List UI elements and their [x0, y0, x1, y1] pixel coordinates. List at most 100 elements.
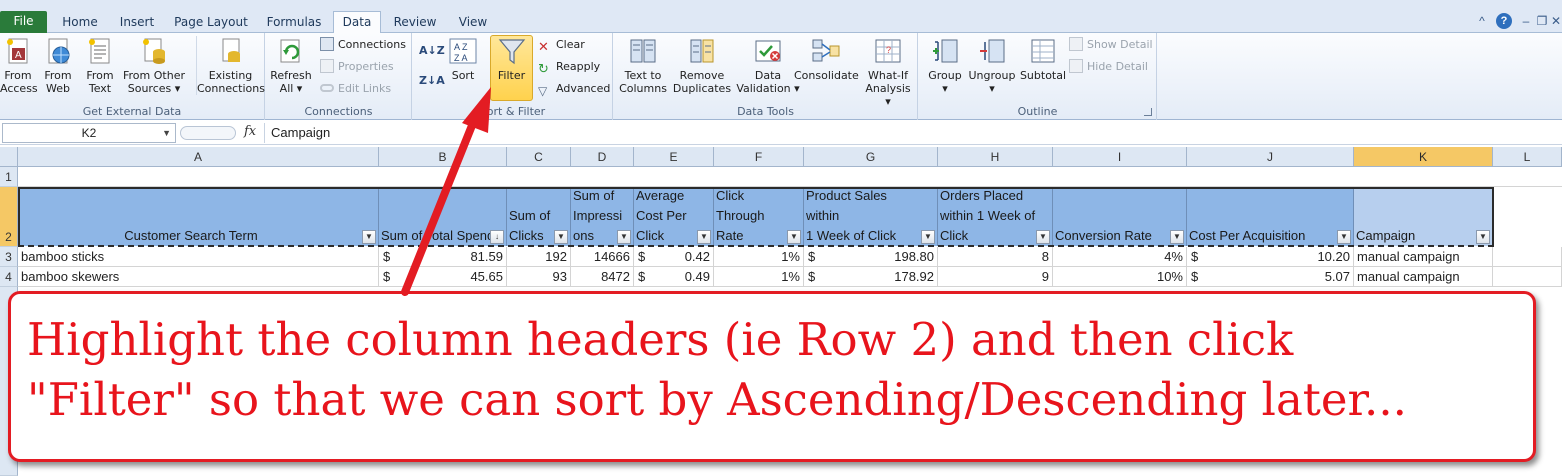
- cell-e3[interactable]: $0.42: [634, 247, 714, 267]
- ungroup-button[interactable]: Ungroup ▾: [967, 36, 1017, 95]
- row-header-3[interactable]: 3: [0, 247, 18, 267]
- tab-review[interactable]: Review: [388, 12, 442, 33]
- cell-j4[interactable]: $5.07: [1187, 267, 1354, 287]
- tab-insert[interactable]: Insert: [114, 12, 160, 33]
- name-box-dropdown-icon[interactable]: ▼: [162, 124, 171, 142]
- header-cell-campaign[interactable]: Campaign ▼: [1354, 187, 1493, 246]
- header-cell-total-spend[interactable]: Sum of Total Spend ↓: [379, 187, 507, 246]
- name-box[interactable]: K2 ▼: [2, 123, 176, 143]
- reapply-button[interactable]: ↻ Reapply: [538, 58, 600, 77]
- cell-a4[interactable]: bamboo skewers: [18, 267, 379, 287]
- cell-i3[interactable]: 4%: [1053, 247, 1187, 267]
- existing-connections-button[interactable]: Existing Connections: [196, 36, 265, 95]
- subtotal-button[interactable]: Subtotal: [1019, 36, 1067, 82]
- advanced-filter-button[interactable]: ▽ Advanced: [538, 80, 610, 98]
- properties-button[interactable]: Properties: [320, 58, 394, 76]
- insert-function-icon[interactable]: fx: [244, 124, 256, 139]
- tab-data[interactable]: Data: [333, 11, 381, 33]
- filter-dropdown-icon[interactable]: ▼: [697, 230, 711, 244]
- column-header-f[interactable]: F: [714, 147, 804, 167]
- header-cell-impressions[interactable]: Sum of Impressi ons ▼: [571, 187, 634, 246]
- refresh-all-button[interactable]: Refresh All ▾: [270, 36, 312, 95]
- sort-descending-filter-icon[interactable]: ↓: [490, 230, 504, 244]
- cell-g4[interactable]: $178.92: [804, 267, 938, 287]
- column-header-l[interactable]: L: [1493, 147, 1562, 167]
- tab-page-layout[interactable]: Page Layout: [170, 12, 252, 33]
- column-header-i[interactable]: I: [1053, 147, 1187, 167]
- data-validation-button[interactable]: Data Validation ▾: [736, 36, 800, 95]
- outline-dialog-launcher-icon[interactable]: [1144, 108, 1152, 116]
- what-if-analysis-button[interactable]: ? What-If Analysis ▾: [862, 36, 914, 108]
- cell-k3[interactable]: manual campaign: [1354, 247, 1493, 267]
- cell-b4[interactable]: $45.65: [379, 267, 507, 287]
- row-header-4[interactable]: 4: [0, 267, 18, 287]
- cell-l3[interactable]: [1493, 247, 1562, 267]
- select-all-corner[interactable]: [0, 147, 18, 167]
- row-1[interactable]: [18, 167, 1562, 187]
- header-cell-ctr[interactable]: Click Through Rate ▼: [714, 187, 804, 246]
- filter-dropdown-icon[interactable]: ▼: [554, 230, 568, 244]
- filter-dropdown-icon[interactable]: ▼: [921, 230, 935, 244]
- row-header-1[interactable]: 1: [0, 167, 18, 187]
- hide-detail-button[interactable]: Hide Detail: [1069, 58, 1148, 76]
- cell-f4[interactable]: 1%: [714, 267, 804, 287]
- header-cell-clicks[interactable]: Sum of Clicks ▼: [507, 187, 571, 246]
- cell-e4[interactable]: $0.49: [634, 267, 714, 287]
- group-button[interactable]: Group ▾: [923, 36, 967, 95]
- from-text-button[interactable]: From Text: [80, 36, 120, 95]
- cell-k4[interactable]: manual campaign: [1354, 267, 1493, 287]
- cell-h3[interactable]: 8: [938, 247, 1053, 267]
- from-web-button[interactable]: From Web: [38, 36, 78, 95]
- cell-c3[interactable]: 192: [507, 247, 571, 267]
- column-header-g[interactable]: G: [804, 147, 938, 167]
- cell-a3[interactable]: bamboo sticks: [18, 247, 379, 267]
- filter-dropdown-icon[interactable]: ▼: [1337, 230, 1351, 244]
- cell-j3[interactable]: $10.20: [1187, 247, 1354, 267]
- close-window-icon[interactable]: ✕: [1548, 13, 1562, 29]
- filter-dropdown-icon[interactable]: ▼: [1036, 230, 1050, 244]
- column-header-a[interactable]: A: [18, 147, 379, 167]
- header-cell-cpa[interactable]: Cost Per Acquisition ▼: [1187, 187, 1354, 246]
- filter-dropdown-icon[interactable]: ▼: [362, 230, 376, 244]
- filter-dropdown-icon[interactable]: ▼: [1170, 230, 1184, 244]
- sort-a-to-z-icon[interactable]: A↓Z: [419, 42, 445, 60]
- tab-file[interactable]: File: [0, 11, 47, 33]
- formula-input[interactable]: Campaign: [264, 123, 1560, 143]
- from-other-sources-button[interactable]: From Other Sources ▾: [122, 36, 186, 95]
- clear-filter-button[interactable]: ✕ Clear: [538, 36, 585, 55]
- formula-bar-splitter[interactable]: [180, 126, 236, 140]
- from-access-button[interactable]: A From Access: [0, 36, 38, 95]
- header-cell-orders[interactable]: Orders Placed within 1 Week of Click ▼: [938, 187, 1053, 246]
- header-cell-avg-cpc[interactable]: Average Cost Per Click ▼: [634, 187, 714, 246]
- show-detail-button[interactable]: Show Detail: [1069, 36, 1153, 54]
- consolidate-button[interactable]: Consolidate: [794, 36, 859, 82]
- column-header-d[interactable]: D: [571, 147, 634, 167]
- header-cell-product-sales[interactable]: Product Sales within 1 Week of Click ▼: [804, 187, 938, 246]
- cell-f3[interactable]: 1%: [714, 247, 804, 267]
- sort-z-to-a-icon[interactable]: Z↓A: [419, 72, 445, 90]
- cell-d4[interactable]: 8472: [571, 267, 634, 287]
- cell-b3[interactable]: $81.59: [379, 247, 507, 267]
- tab-view[interactable]: View: [452, 12, 494, 33]
- edit-links-button[interactable]: Edit Links: [320, 80, 391, 98]
- tab-formulas[interactable]: Formulas: [262, 12, 326, 33]
- text-to-columns-button[interactable]: Text to Columns: [618, 36, 668, 95]
- column-header-e[interactable]: E: [634, 147, 714, 167]
- cell-h4[interactable]: 9: [938, 267, 1053, 287]
- tab-home[interactable]: Home: [56, 12, 104, 33]
- row-header-2[interactable]: 2: [0, 187, 18, 247]
- cell-g3[interactable]: $198.80: [804, 247, 938, 267]
- header-cell-conversion-rate[interactable]: Conversion Rate ▼: [1053, 187, 1187, 246]
- column-header-h[interactable]: H: [938, 147, 1053, 167]
- column-header-c[interactable]: C: [507, 147, 571, 167]
- filter-dropdown-icon[interactable]: ▼: [787, 230, 801, 244]
- cell-d3[interactable]: 14666: [571, 247, 634, 267]
- column-header-j[interactable]: J: [1187, 147, 1354, 167]
- cell-l4[interactable]: [1493, 267, 1562, 287]
- minimize-ribbon-icon[interactable]: ^: [1474, 13, 1490, 29]
- filter-dropdown-icon[interactable]: ▼: [1476, 230, 1490, 244]
- filter-dropdown-icon[interactable]: ▼: [617, 230, 631, 244]
- cell-c4[interactable]: 93: [507, 267, 571, 287]
- sort-button[interactable]: A ZZ A Sort: [445, 36, 481, 82]
- column-header-b[interactable]: B: [379, 147, 507, 167]
